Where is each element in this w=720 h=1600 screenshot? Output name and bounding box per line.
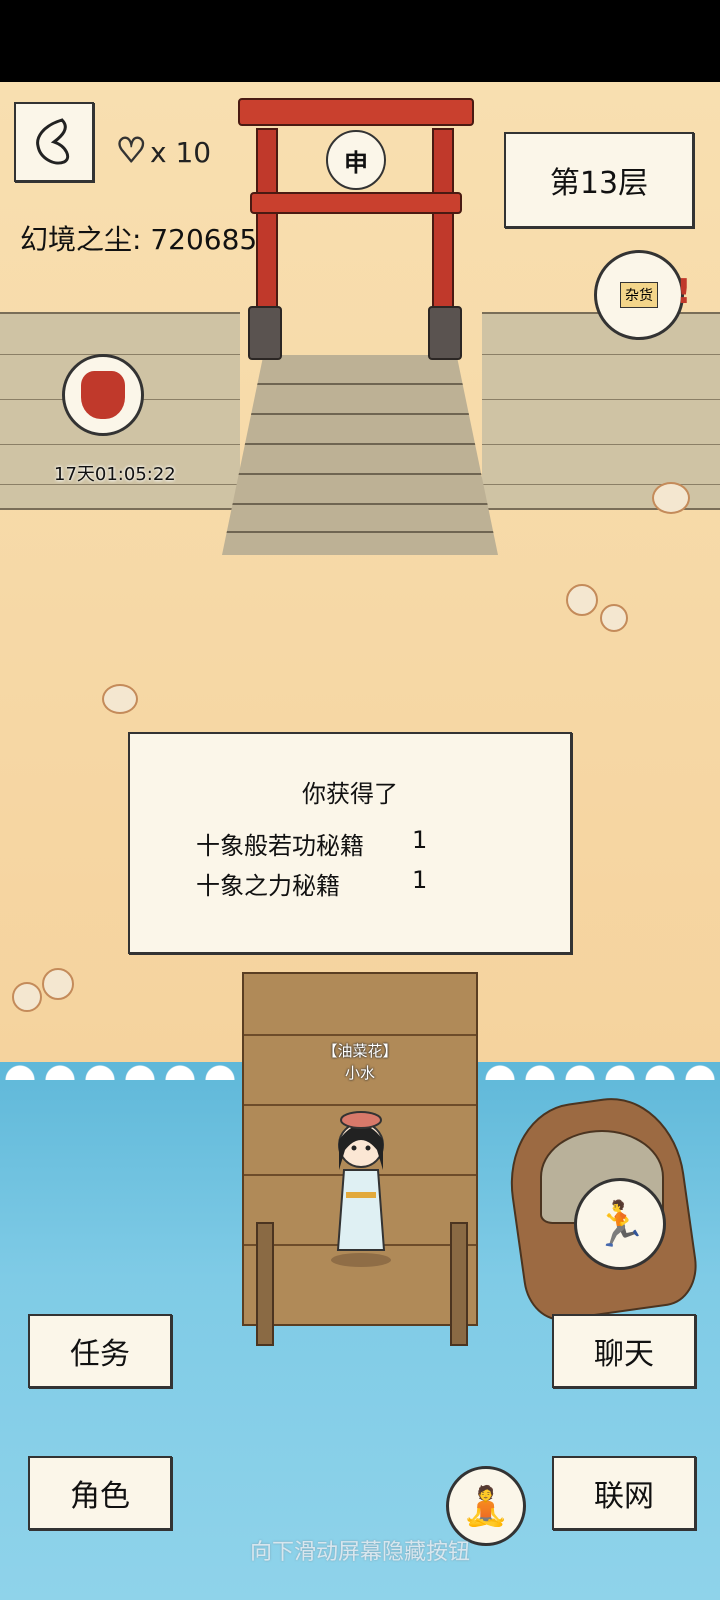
shell-decoration (102, 684, 138, 714)
shell-decoration (600, 604, 628, 632)
torii-top-beam (238, 98, 474, 126)
torii-left-base (248, 306, 282, 360)
network-label: 联网 (594, 1479, 654, 1514)
shell-decoration (652, 482, 690, 514)
hide-buttons-hint: 向下滑动屏幕隐藏按钮 (249, 1540, 470, 1565)
task-label: 任务 (70, 1337, 130, 1372)
role-button[interactable]: 角色 (28, 1456, 172, 1530)
reward-item: 十象之力秘籍 1 (196, 866, 496, 901)
reward-item-name: 十象般若功秘籍 (196, 832, 364, 860)
shop-icon[interactable]: 杂货 (594, 250, 684, 340)
right-stone-wall (482, 312, 720, 510)
lives-count: x 10 (150, 136, 212, 169)
stone-stairs (222, 355, 498, 555)
back-arrow-icon (36, 118, 70, 165)
role-label: 角色 (70, 1479, 130, 1514)
reward-item-qty: 1 (412, 866, 428, 894)
torii-right-base (428, 306, 462, 360)
character-title: 【油菜花】 (322, 1042, 398, 1060)
reward-item: 十象般若功秘籍 1 (196, 826, 496, 861)
torii-left-pillar (256, 128, 278, 322)
torii-right-pillar (432, 128, 454, 322)
lucky-bag-icon[interactable] (62, 354, 144, 436)
gate-plaque-text: 申 (344, 148, 368, 177)
shell-decoration (12, 982, 42, 1012)
back-button[interactable] (14, 102, 94, 182)
dust-currency: 幻境之尘: 720685 (20, 223, 258, 256)
reward-item-name: 十象之力秘籍 (196, 872, 340, 900)
heart-icon: ♡ (115, 131, 147, 171)
bag-shape (81, 371, 125, 419)
chat-button[interactable]: 聊天 (552, 1314, 696, 1388)
reward-item-qty: 1 (412, 826, 428, 854)
player-character[interactable] (322, 1100, 400, 1270)
shop-sign: 杂货 (620, 282, 658, 308)
shell-decoration (42, 968, 74, 1000)
dock-post (450, 1222, 468, 1346)
task-button[interactable]: 任务 (28, 1314, 172, 1388)
event-timer: 17天01:05:22 (54, 464, 176, 485)
floor-indicator[interactable]: 第13层 (504, 132, 694, 228)
torii-lower-beam (250, 192, 462, 214)
character-name: 小水 (344, 1064, 375, 1082)
reward-title: 你获得了 (302, 780, 398, 808)
reward-dialog[interactable]: 你获得了 十象般若功秘籍 1 十象之力秘籍 1 (128, 732, 572, 954)
gate-plaque: 申 (326, 130, 386, 190)
status-bar (0, 0, 720, 82)
notification-badge: ! (676, 272, 692, 312)
chat-label: 聊天 (594, 1337, 654, 1372)
network-button[interactable]: 联网 (552, 1456, 696, 1530)
run-icon[interactable]: 🏃 (574, 1178, 666, 1270)
floor-label: 第13层 (549, 166, 649, 201)
character-sprite (331, 1111, 391, 1267)
dock-post (256, 1222, 274, 1346)
shell-decoration (566, 584, 598, 616)
